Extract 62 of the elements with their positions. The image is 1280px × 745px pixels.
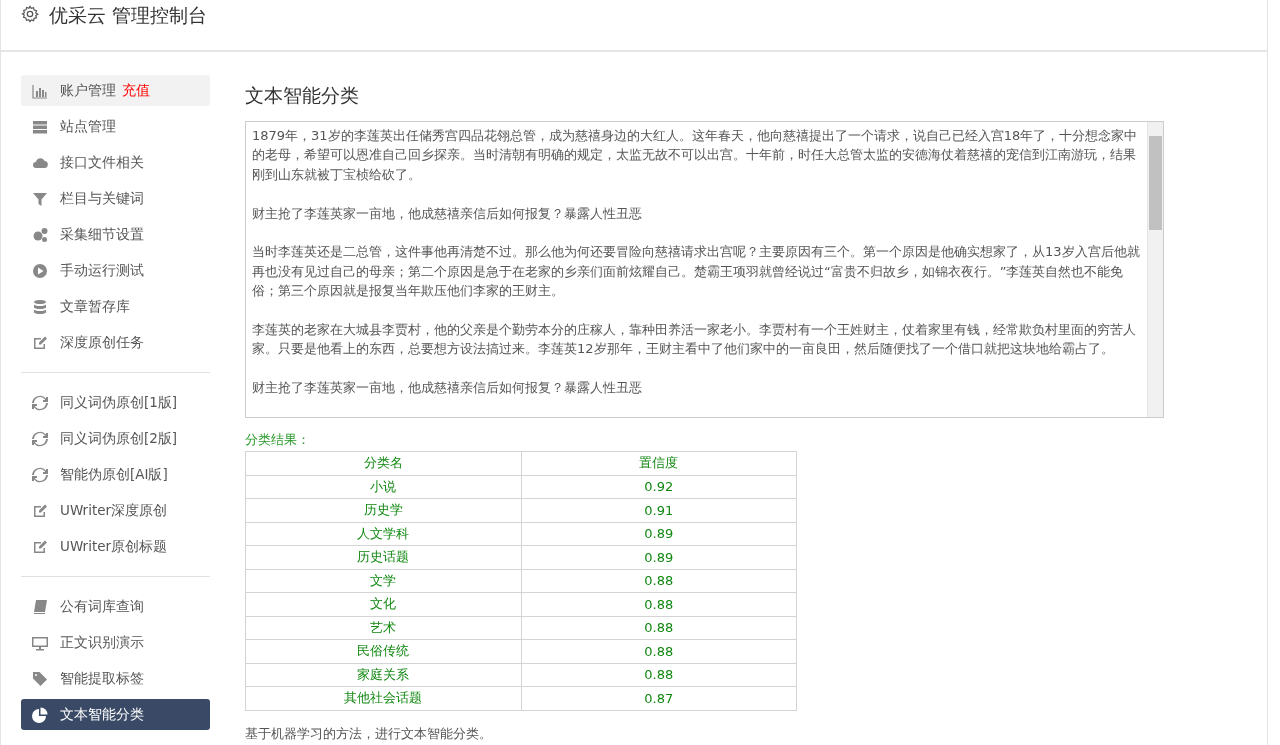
table-cell: 历史话题 xyxy=(245,545,521,569)
sidebar-item[interactable]: 智能提取标签 xyxy=(21,663,210,694)
sidebar-item[interactable]: 采集细节设置 xyxy=(21,219,210,250)
text-input-area[interactable]: 1879年，31岁的李莲英出任储秀宫四品花翎总管，成为慈禧身边的大红人。这年春天，他向慈禧提出了一个请求，说自己已经入宫18年了，十分想念家中的老母，希望可以恩准自己回乡探亲。当时清朝有明确的规定，太监无故不可以出宫。十年前，时任大总管太监的安德海仗着慈禧的宠信到江南游玩，结果刚到山东就被丁宝桢给砍了。 财主抢了李莲英家一亩地，他成慈禧亲信后如何报复？暴露人性丑恶 当时李莲英还是二总管，这件事他再清楚不过。那么他为何还要冒险向慈禧请求出宫呢？主要原因有三个。第一个原因是他确实想家了，从13岁入宫后他就再也没有见过自己的母亲；第二个原因是急于在老家的乡亲们面前炫耀自己。楚霸王项羽就曾经说过“富贵不归故乡，如锦衣夜行。”李莲英自然也不能免俗；第三个原因就是报复当年欺压他们李家的王财主。 李莲英的老家在大城县李贾村，他的父亲是个勤劳本分的庄稼人，靠种田养活一家老小。李贾村有一个王姓财主，仗着家里有钱，经常欺负村里面的穷苦人家。只要是他看上的东西，总要想方设法搞过来。李莲英12岁那年，王财主看中了他们家中的一亩良田，然后随便找了一个借口就把这块地给霸占了。 财主抢了李莲英家一亩地，他成慈禧亲信后如何报复？暴露人性丑恶 xyxy=(245,121,1164,418)
table-cell: 0.88 xyxy=(521,616,797,640)
sidebar-item[interactable]: 接口文件相关 xyxy=(21,147,210,178)
sidebar-item[interactable]: 栏目与关键词 xyxy=(21,183,210,214)
server-icon xyxy=(32,118,48,135)
console-title: 优采云 管理控制台 xyxy=(49,3,208,28)
table-cell: 小说 xyxy=(245,475,521,499)
chart-icon xyxy=(32,82,48,99)
table-cell: 0.88 xyxy=(521,639,797,663)
monitor-icon xyxy=(32,634,48,651)
edit-icon xyxy=(32,334,48,351)
table-cell: 0.91 xyxy=(521,498,797,522)
column-header: 置信度 xyxy=(521,451,797,475)
sidebar-item[interactable]: 账户管理 充值 xyxy=(21,75,210,106)
page-title: 文本智能分类 xyxy=(245,83,360,108)
settings-icon xyxy=(21,5,39,23)
play-icon xyxy=(32,262,48,279)
table-cell: 文化 xyxy=(245,592,521,616)
tag-icon xyxy=(32,670,48,687)
table-cell: 文学 xyxy=(245,569,521,593)
book-icon xyxy=(32,598,48,615)
column-header: 分类名 xyxy=(245,451,521,475)
sidebar-item[interactable]: 公有词库查询 xyxy=(21,591,210,622)
table-cell: 历史学 xyxy=(245,498,521,522)
pie-icon xyxy=(32,706,48,723)
refresh-icon xyxy=(32,430,48,447)
table-cell: 0.89 xyxy=(521,522,797,546)
table-cell: 艺术 xyxy=(245,616,521,640)
result-label: 分类结果： xyxy=(245,431,311,449)
filter-icon xyxy=(32,190,48,207)
table-cell: 0.88 xyxy=(521,569,797,593)
sidebar-item[interactable]: 正文识别演示 xyxy=(21,627,210,658)
sidebar-item[interactable]: 同义词伪原创[1版] xyxy=(21,387,210,418)
table-cell: 家庭关系 xyxy=(245,663,521,687)
edit-icon xyxy=(32,502,48,519)
table-cell: 0.88 xyxy=(521,592,797,616)
table-cell: 人文学科 xyxy=(245,522,521,546)
sidebar-item[interactable]: UWriter深度原创 xyxy=(21,495,210,526)
table-cell: 0.89 xyxy=(521,545,797,569)
sidebar-item[interactable]: 深度原创任务 xyxy=(21,327,210,358)
table-cell: 0.88 xyxy=(521,663,797,687)
refresh-icon xyxy=(32,466,48,483)
sidebar-item[interactable]: 同义词伪原创[2版] xyxy=(21,423,210,454)
table-cell: 0.92 xyxy=(521,475,797,499)
sidebar-item[interactable]: 文本智能分类 xyxy=(21,699,210,730)
sidebar-item[interactable]: 手动运行测试 xyxy=(21,255,210,286)
table-cell: 其他社会话题 xyxy=(245,686,521,710)
db-icon xyxy=(32,298,48,315)
table-cell: 民俗传统 xyxy=(245,639,521,663)
table-cell: 0.87 xyxy=(521,686,797,710)
refresh-icon xyxy=(32,394,48,411)
sidebar-item[interactable]: UWriter原创标题 xyxy=(21,531,210,562)
edit-icon xyxy=(32,538,48,555)
sidebar-item[interactable]: 文章暂存库 xyxy=(21,291,210,322)
recharge-link[interactable]: 充值 xyxy=(122,81,150,100)
scrollbar[interactable] xyxy=(1147,122,1163,417)
description-text: 基于机器学习的方法，进行文本智能分类。 xyxy=(245,724,493,743)
sidebar-item[interactable]: 站点管理 xyxy=(21,111,210,142)
sidebar-item[interactable]: 智能伪原创[AI版] xyxy=(21,459,210,490)
